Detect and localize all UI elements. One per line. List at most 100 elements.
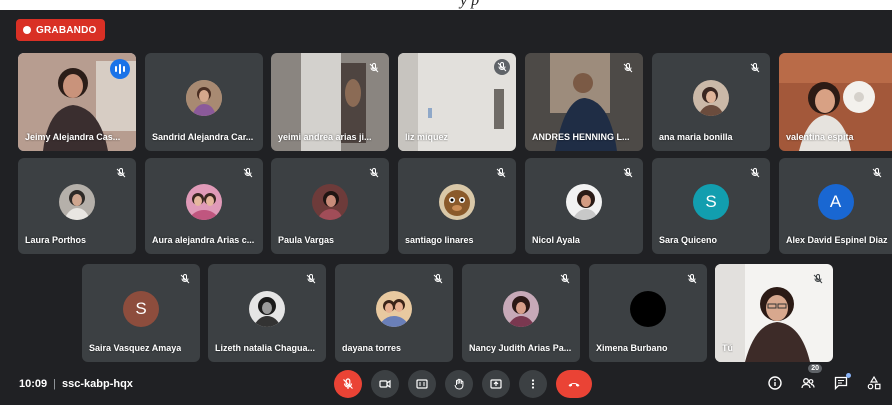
participant-name: valentina espita <box>786 132 854 142</box>
participant-tile[interactable]: Sandrid Alejandra Car... <box>145 53 263 151</box>
present-icon <box>490 379 502 389</box>
participant-tile[interactable]: ana maria bonilla <box>652 53 770 151</box>
mic-off-icon <box>432 272 444 284</box>
participant-avatar <box>249 291 285 327</box>
participant-name: Lizeth natalia Chagua... <box>215 343 316 353</box>
control-bar: 10:09 | ssc-kabp-hqx 20 <box>0 364 892 405</box>
meeting-info: 10:09 | ssc-kabp-hqx <box>19 378 133 390</box>
camera-icon <box>379 379 391 389</box>
meeting-details-button[interactable] <box>765 373 785 393</box>
participant-name: Alex David Espinel Diaz <box>786 235 888 245</box>
participants-count-badge: 20 <box>808 364 822 373</box>
participant-tile[interactable]: dayana torres <box>335 264 453 362</box>
participant-name: Aura alejandra Arias c... <box>152 235 255 245</box>
participant-avatar <box>312 184 348 220</box>
mic-off-icon <box>242 166 254 178</box>
activities-icon <box>867 375 881 390</box>
more-vert-icon <box>531 379 535 389</box>
participant-avatar <box>186 80 222 116</box>
chat-button[interactable] <box>831 373 851 393</box>
people-icon <box>801 378 815 389</box>
participant-name: Saira Vasquez Amaya <box>89 343 182 353</box>
recording-badge[interactable]: GRABANDO <box>16 19 105 41</box>
mic-off-icon <box>368 61 380 73</box>
participant-tile[interactable]: ANDRES HENNING L... <box>525 53 643 151</box>
participant-tile[interactable]: santiago linares <box>398 158 516 254</box>
participant-name: Nicol Ayala <box>532 235 580 245</box>
mic-off-icon <box>368 166 380 178</box>
side-panel-controls: 20 <box>765 364 884 393</box>
participant-initial-avatar: S <box>123 291 159 327</box>
mic-off-icon <box>495 166 507 178</box>
participant-name: Sandrid Alejandra Car... <box>152 132 254 142</box>
participant-initial-avatar: A <box>817 184 854 220</box>
participants-button[interactable]: 20 <box>798 364 822 393</box>
participant-tile[interactable]: Jeimy Alejandra Cas... <box>18 53 136 151</box>
meet-stage: GRABANDO Jeimy Alejandra Cas... Sandrid … <box>0 10 892 405</box>
participant-name: Nancy Judith Arias Pa... <box>469 343 572 353</box>
participant-tile[interactable]: valentina espita <box>779 53 892 151</box>
participant-avatar <box>630 291 666 327</box>
participant-tile[interactable]: liz miquez <box>398 53 516 151</box>
participant-tile[interactable]: Laura Porthos <box>18 158 136 254</box>
raise-hand-button[interactable] <box>445 370 473 398</box>
participant-tile[interactable]: S Saira Vasquez Amaya <box>82 264 200 362</box>
mic-off-icon <box>871 166 883 178</box>
participant-name: Paula Vargas <box>278 235 335 245</box>
participant-tile[interactable]: Nicol Ayala <box>525 158 643 254</box>
avatar-initial: S <box>135 299 147 318</box>
hang-up-icon <box>568 382 580 387</box>
mic-off-icon <box>622 166 634 178</box>
captions-icon <box>416 379 428 389</box>
more-options-button[interactable] <box>519 370 547 398</box>
participant-name: santiago linares <box>405 235 474 245</box>
mic-off-icon <box>494 59 510 75</box>
participant-name: liz miquez <box>405 132 449 142</box>
mic-off-icon <box>179 272 191 284</box>
participant-tile[interactable]: Nancy Judith Arias Pa... <box>462 264 580 362</box>
participant-name: Laura Porthos <box>25 235 87 245</box>
participant-avatar <box>693 80 729 116</box>
participant-name: Ximena Burbano <box>596 343 668 353</box>
participant-tile[interactable]: Paula Vargas <box>271 158 389 254</box>
self-name: Tú <box>722 343 733 353</box>
participant-tile[interactable]: yeimi andrea arias ji... <box>271 53 389 151</box>
participant-tile[interactable]: Aura alejandra Arias c... <box>145 158 263 254</box>
participant-avatar <box>59 184 95 220</box>
leave-call-button[interactable] <box>556 370 592 398</box>
camera-toggle-button[interactable] <box>371 370 399 398</box>
meeting-code[interactable]: ssc-kabp-hqx <box>62 378 133 390</box>
top-fragment: y p <box>0 0 892 10</box>
top-fragment-text: y p <box>460 0 480 9</box>
mic-off-icon <box>559 272 571 284</box>
recording-label: GRABANDO <box>36 24 97 36</box>
participant-tile[interactable]: Ximena Burbano <box>589 264 707 362</box>
participant-tile[interactable]: A Alex David Espinel Diaz <box>779 158 892 254</box>
recording-dot-icon <box>23 26 31 34</box>
participant-name: dayana torres <box>342 343 402 353</box>
mic-off-icon <box>622 61 634 73</box>
hand-icon <box>454 378 464 390</box>
participant-avatar <box>439 184 475 220</box>
participant-name: Sara Quiceno <box>659 235 718 245</box>
participant-initial-avatar: S <box>693 184 729 220</box>
participant-name: ANDRES HENNING L... <box>532 132 630 142</box>
mic-toggle-button[interactable] <box>334 370 362 398</box>
mic-off-icon <box>749 166 761 178</box>
self-view-tile[interactable]: Tú <box>715 264 833 362</box>
participant-avatar <box>503 291 539 327</box>
activities-button[interactable] <box>864 373 884 393</box>
captions-button[interactable] <box>408 370 436 398</box>
mic-off-icon <box>305 272 317 284</box>
participant-name: Jeimy Alejandra Cas... <box>25 132 121 142</box>
speaking-indicator-icon <box>110 59 130 79</box>
participant-tile[interactable]: Lizeth natalia Chagua... <box>208 264 326 362</box>
participant-avatar <box>186 184 222 220</box>
mic-off-icon <box>115 166 127 178</box>
mic-off-icon <box>749 61 761 73</box>
participant-tile[interactable]: S Sara Quiceno <box>652 158 770 254</box>
mic-off-icon <box>686 272 698 284</box>
present-screen-button[interactable] <box>482 370 510 398</box>
separator: | <box>53 378 56 390</box>
avatar-initial: A <box>829 192 842 211</box>
